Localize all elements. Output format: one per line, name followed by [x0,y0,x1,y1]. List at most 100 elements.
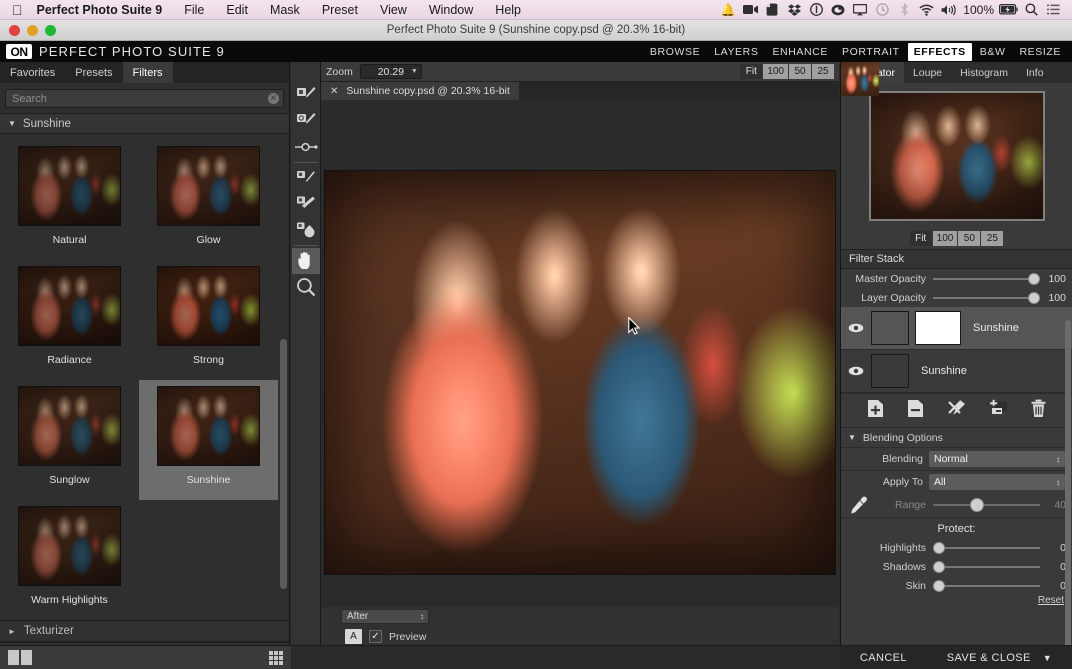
save-close-button[interactable]: SAVE & CLOSE [947,652,1031,664]
range-slider[interactable] [933,498,1040,512]
tab-presets[interactable]: Presets [65,62,122,83]
save-and-close-group[interactable]: SAVE & CLOSE ▼ [947,652,1052,664]
tab-histogram[interactable]: Histogram [951,62,1017,83]
blending-options-header[interactable]: ▼ Blending Options [841,428,1072,447]
perfect-brush-tool[interactable] [292,108,320,134]
zoom-50-button[interactable]: 50 [789,64,811,79]
apply-to-dropdown[interactable]: All ↕ [929,474,1065,490]
add-mask-icon[interactable] [988,399,1009,423]
blending-mode-dropdown[interactable]: Normal ↕ [929,451,1065,467]
preset-item-sunshine[interactable]: Sunshine [139,380,278,500]
preview-checkbox[interactable]: ✓ [369,630,382,643]
triangle-down-icon[interactable]: ▼ [1043,653,1052,663]
document-tab[interactable]: ✕ Sunshine copy.psd @ 20.3% 16-bit [321,82,519,100]
left-panel-scrollbar[interactable] [280,339,287,589]
video-camera-icon[interactable] [739,0,761,20]
cancel-button[interactable]: CANCEL [860,652,907,664]
preset-item-strong[interactable]: Strong [139,260,278,380]
battery-charging-icon[interactable] [998,0,1020,20]
clear-circle-icon[interactable]: ✕ [268,93,279,104]
close-button[interactable] [9,25,20,36]
search-box[interactable]: ✕ [5,89,284,108]
nav-25-button[interactable]: 25 [981,230,1004,246]
menu-item-edit[interactable]: Edit [215,3,259,17]
masking-brush-tool[interactable] [292,82,320,108]
delete-icon[interactable] [1030,399,1047,423]
tab-filters[interactable]: Filters [122,62,173,83]
grid-view-icon[interactable] [269,650,283,665]
eyedropper-icon[interactable] [841,496,875,515]
slider-knob[interactable] [969,498,984,512]
slider-knob[interactable] [1028,291,1040,304]
menu-item-file[interactable]: File [173,3,215,17]
preset-item-radiance[interactable]: Radiance [0,260,139,380]
preset-item-sunglow[interactable]: Sunglow [0,380,139,500]
tab-info[interactable]: Info [1017,62,1053,83]
zoom-25-button[interactable]: 25 [812,64,834,79]
skin-slider[interactable] [933,579,1040,592]
main-photo[interactable] [324,170,836,575]
close-x-icon[interactable]: ✕ [330,86,338,97]
mask-brush-icon[interactable] [946,399,967,423]
remove-filter-icon[interactable] [906,399,925,423]
tab-favorites[interactable]: Favorites [0,62,65,83]
module-tab-bw[interactable]: B&W [974,43,1012,61]
time-machine-icon[interactable] [871,0,893,20]
slider-knob[interactable] [1028,272,1040,285]
menu-item-help[interactable]: Help [484,3,532,17]
slider-knob[interactable] [933,541,945,554]
module-tab-layers[interactable]: LAYERS [708,43,764,61]
airplay-icon[interactable] [849,0,871,20]
apple-menu-icon[interactable]:  [12,3,23,17]
module-tab-resize[interactable]: RESIZE [1013,43,1067,61]
nav-50-button[interactable]: 50 [958,230,981,246]
spotlight-search-icon[interactable] [1020,0,1042,20]
nav-100-button[interactable]: 100 [932,230,958,246]
tab-loupe[interactable]: Loupe [904,62,951,83]
masking-bug-tool[interactable] [292,134,320,160]
chisel-tool[interactable] [292,165,320,191]
module-tab-enhance[interactable]: ENHANCE [766,43,834,61]
module-tab-browse[interactable]: BROWSE [644,43,706,61]
navigator-thumbnail[interactable] [868,91,1045,221]
slider-knob[interactable] [933,579,945,592]
menu-item-window[interactable]: Window [418,3,484,17]
photo-stage[interactable]: After ↕ A ✓ Preview [321,100,839,645]
eye-icon[interactable] [847,323,865,333]
split-view-icon[interactable] [8,650,32,665]
maximize-button[interactable] [45,25,56,36]
zoom-fit-button[interactable]: Fit [740,64,763,79]
filter-category-sunshine[interactable]: ▼ Sunshine [0,113,289,134]
nav-fit-button[interactable]: Fit [909,230,932,246]
compare-a-button[interactable]: A [345,629,362,644]
zoom-tool[interactable] [292,274,320,300]
menu-item-mask[interactable]: Mask [259,3,311,17]
add-filter-icon[interactable] [866,399,885,423]
eye-icon[interactable] [847,366,865,376]
module-tab-portrait[interactable]: PORTRAIT [836,43,906,61]
bell-icon[interactable]: 🔔 [717,0,739,20]
refine-brush-tool[interactable] [292,217,320,243]
volume-icon[interactable] [937,0,959,20]
hand-tool[interactable] [291,248,320,274]
preset-item-glow[interactable]: Glow [139,140,278,260]
filter-layer-row-2[interactable]: Sunshine [841,62,1072,393]
layer-opacity-slider[interactable] [933,291,1040,304]
zoom-100-button[interactable]: 100 [763,64,788,79]
preset-item-warm-highlights[interactable]: Warm Highlights [0,500,139,620]
right-panel-scrollbar[interactable] [1065,320,1071,669]
menu-item-preset[interactable]: Preset [311,3,369,17]
menu-app-name[interactable]: Perfect Photo Suite 9 [37,3,174,17]
filter-category-texturizer[interactable]: ► Texturizer [0,620,289,642]
info-circle-icon[interactable] [805,0,827,20]
master-opacity-slider[interactable] [933,272,1040,285]
evernote-icon[interactable] [761,0,783,20]
bluetooth-icon[interactable] [893,0,915,20]
view-mode-dropdown[interactable]: After ↕ [341,609,429,624]
wifi-icon[interactable] [915,0,937,20]
creative-cloud-icon[interactable] [827,0,849,20]
zoom-value-dropdown[interactable]: 20.29 ▼ [359,64,422,79]
search-input[interactable] [6,92,283,105]
shadows-slider[interactable] [933,560,1040,573]
preset-item-natural[interactable]: Natural [0,140,139,260]
